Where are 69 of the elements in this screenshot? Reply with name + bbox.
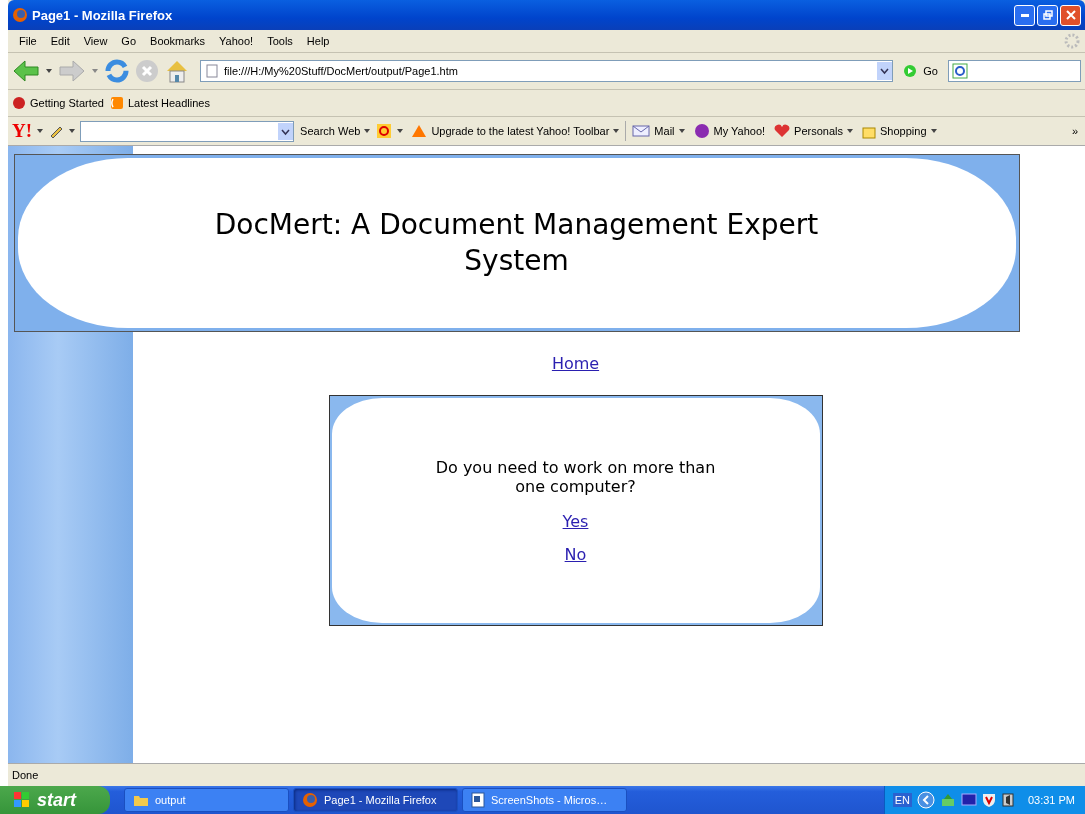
caret-icon [613, 129, 620, 133]
bookmark-item[interactable]: Latest Headlines [110, 96, 210, 110]
restore-button[interactable] [1037, 4, 1058, 26]
bookmark-item[interactable]: Getting Started [12, 96, 104, 110]
search-engine-icon[interactable] [952, 63, 970, 79]
throbber-icon [1063, 32, 1081, 50]
heart-icon [774, 124, 791, 138]
status-text: Done [12, 769, 39, 781]
envelope-icon [632, 124, 651, 138]
menu-item[interactable]: Tools [260, 35, 300, 47]
my-yahoo-button[interactable]: My Yahoo! [690, 123, 769, 139]
dropdown-icon[interactable] [278, 122, 294, 140]
minimize-button[interactable] [1014, 4, 1035, 26]
yahoo-logo[interactable]: Y! [12, 120, 33, 142]
taskbar-button[interactable]: ScreenShots - Micros… [462, 788, 627, 812]
caret-icon[interactable] [46, 69, 52, 73]
menu-item[interactable]: Edit [43, 35, 77, 47]
language-indicator[interactable]: EN [892, 793, 912, 807]
answer-link[interactable]: No [564, 545, 587, 564]
monitor-icon[interactable] [960, 792, 977, 808]
search-input-field[interactable] [80, 120, 295, 142]
more-button[interactable]: » [1068, 125, 1081, 137]
upgrade-link[interactable]: Upgrade to the latest Yahoo! Toolbar [408, 124, 623, 138]
target-icon[interactable] [376, 123, 393, 139]
chevron-icon[interactable] [916, 791, 935, 809]
mail-button[interactable]: Mail [629, 124, 688, 138]
menu-item[interactable]: Bookmarks [143, 35, 213, 47]
menu-item[interactable]: View [76, 35, 115, 47]
menu-item[interactable]: File [12, 35, 44, 47]
question-text: Do you need to work on more than one computer? [434, 458, 717, 496]
circle-icon [693, 123, 710, 139]
personals-button[interactable]: Personals [771, 124, 857, 138]
home-link[interactable]: Home [551, 354, 600, 373]
search-field[interactable] [948, 60, 1081, 82]
shopping-button[interactable]: Shopping [859, 123, 940, 139]
menu-item[interactable]: Go [114, 35, 144, 47]
window-title: Page1 - Mozilla Firefox [32, 7, 173, 23]
reload-icon[interactable] [104, 58, 130, 84]
caret-icon [847, 129, 854, 133]
taskbar-button[interactable]: Page1 - Mozilla Firefox [293, 788, 458, 812]
caret-icon[interactable] [397, 129, 404, 133]
caret-icon [930, 129, 937, 133]
warning-icon [411, 124, 428, 138]
address-field[interactable]: file:///H:/My%20Stuff/DocMert/output/Page1.htm [200, 60, 894, 82]
document-icon [471, 792, 485, 808]
folder-icon [133, 793, 149, 807]
close-icon [1065, 10, 1076, 20]
caret-icon [364, 129, 371, 133]
menu-item[interactable]: Yahoo! [212, 35, 261, 47]
page-title: DocMert: A Document Management Expert System [213, 207, 820, 279]
taskbar-button[interactable]: output [124, 788, 289, 812]
answer-link[interactable]: Yes [562, 512, 589, 531]
dropdown-icon[interactable] [877, 62, 893, 80]
caret-icon [678, 129, 685, 133]
search-web-button[interactable]: Search Web [297, 125, 374, 137]
back-icon[interactable] [12, 59, 40, 83]
minimize-icon [1020, 13, 1029, 17]
caret-icon[interactable] [37, 129, 44, 133]
speaker-icon[interactable] [1000, 792, 1015, 808]
caret-icon[interactable] [69, 129, 76, 133]
page-icon [206, 64, 218, 78]
clock: 03:31 PM [1027, 794, 1075, 806]
restore-icon [1042, 10, 1053, 20]
menu-item[interactable]: Help [299, 35, 337, 47]
play-icon [903, 64, 918, 78]
close-button[interactable] [1060, 4, 1081, 26]
shield-icon[interactable] [981, 792, 996, 808]
windows-logo-icon [12, 791, 32, 809]
go-button[interactable]: Go [897, 64, 944, 78]
